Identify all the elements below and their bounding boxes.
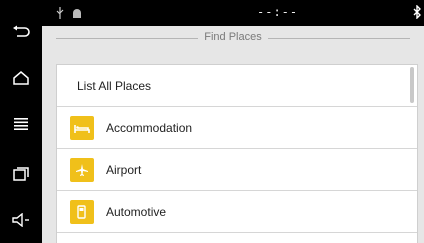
list-item-all-places[interactable]: List All Places	[57, 65, 417, 107]
list-item-label: List All Places	[77, 79, 152, 93]
airplane-icon	[70, 158, 94, 182]
home-button[interactable]	[0, 58, 42, 98]
list-item-airport[interactable]: Airport	[57, 149, 417, 191]
speaker-icon	[12, 213, 29, 227]
back-arrow-icon	[13, 25, 30, 37]
bed-icon	[70, 116, 94, 140]
bluetooth-icon	[412, 4, 422, 24]
header: Find Places	[42, 26, 424, 50]
find-places-screen: Find Places List All Places Accommodatio…	[42, 26, 424, 243]
recent-apps-icon	[13, 167, 29, 181]
places-list[interactable]: List All Places Accommodation Airport Au…	[56, 64, 418, 243]
list-item-automotive[interactable]: Automotive	[57, 191, 417, 233]
status-clock: --:--	[257, 5, 299, 19]
home-icon	[13, 71, 29, 85]
android-debug-icon	[72, 6, 82, 24]
list-item-label: Airport	[106, 163, 142, 177]
recent-apps-button[interactable]	[0, 154, 42, 194]
page-title: Find Places	[198, 31, 268, 43]
menu-button[interactable]	[0, 104, 42, 144]
system-nav-bar	[0, 0, 42, 243]
volume-button[interactable]	[0, 200, 42, 240]
scrollbar[interactable]	[410, 67, 414, 103]
status-bar: --:--	[42, 0, 424, 26]
list-item-label: Automotive	[106, 205, 167, 219]
menu-lines-icon	[14, 118, 28, 130]
list-item-label: Accommodation	[106, 121, 193, 135]
back-button[interactable]	[0, 12, 42, 52]
usb-icon	[56, 6, 64, 24]
list-item-accommodation[interactable]: Accommodation	[57, 107, 417, 149]
fuel-pump-icon	[70, 200, 94, 224]
